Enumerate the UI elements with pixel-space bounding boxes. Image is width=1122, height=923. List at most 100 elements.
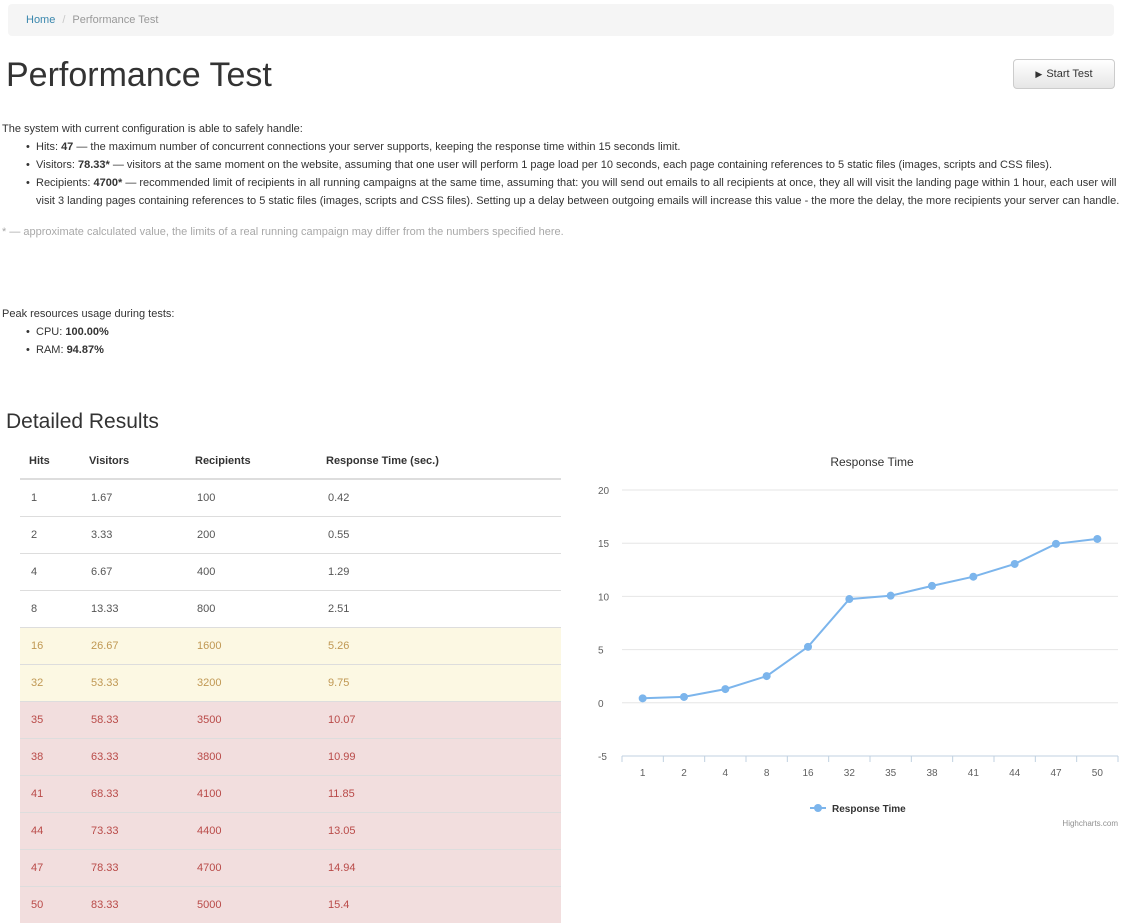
table-row: 41 68.33 4100 11.85 [20,774,561,812]
cell-recipients: 200 [186,515,317,553]
capacity-hits: Hits: 47 — the maximum number of concurr… [2,138,1120,156]
cell-response-time: 5.26 [317,626,561,664]
legend-label: Response Time [832,804,906,815]
data-point [680,692,688,701]
recipients-text: — recommended limit of recipients in all… [36,177,1120,207]
cell-recipients: 800 [186,589,317,627]
x-tick-label: 8 [764,768,770,779]
page-title: Performance Test [6,56,272,94]
x-tick-label: 32 [844,768,856,779]
header-response-time: Response Time (sec.) [317,444,561,480]
table-row: 2 3.33 200 0.55 [20,515,561,553]
cell-hits: 2 [20,515,80,553]
peak-list: CPU: 100.00% RAM: 94.87% [2,323,174,359]
cell-hits: 1 [20,478,80,516]
cell-response-time: 10.07 [317,700,561,738]
y-tick-label: 20 [598,486,610,497]
breadcrumb-home-link[interactable]: Home [26,14,55,26]
cell-visitors: 3.33 [80,515,186,553]
visitors-label: Visitors: [36,159,75,171]
cell-hits: 16 [20,626,80,664]
cell-response-time: 14.94 [317,848,561,886]
cell-hits: 44 [20,811,80,849]
cell-visitors: 78.33 [80,848,186,886]
recipients-value: 4700* [93,177,123,189]
results-header-row: Hits Visitors Recipients Response Time (… [20,444,561,480]
cell-recipients: 5000 [186,885,317,923]
data-point [969,572,978,581]
cell-response-time: 10.99 [317,737,561,775]
cpu-value: 100.00% [65,326,109,338]
breadcrumb-separator: / [62,14,66,26]
cell-visitors: 63.33 [80,737,186,775]
cell-recipients: 3800 [186,737,317,775]
table-row: 32 53.33 3200 9.75 [20,663,561,701]
cell-response-time: 13.05 [317,811,561,849]
cell-visitors: 26.67 [80,626,186,664]
cpu-label: CPU: [36,326,63,338]
x-tick-label: 41 [968,768,980,779]
x-tick-label: 50 [1092,768,1104,779]
cell-response-time: 15.4 [317,885,561,923]
cell-response-time: 0.55 [317,515,561,553]
chart-credits: Highcharts.com [1062,819,1118,828]
results-table: Hits Visitors Recipients Response Time (… [20,444,561,923]
cell-response-time: 2.51 [317,589,561,627]
data-point [886,591,895,600]
cell-recipients: 3200 [186,663,317,701]
legend-marker [814,804,822,812]
start-test-button[interactable]: ▶ Start Test [1013,59,1115,89]
play-icon: ▶ [1035,68,1043,79]
cell-response-time: 0.42 [317,478,561,516]
cell-response-time: 11.85 [317,774,561,812]
hits-text: — the maximum number of concurrent conne… [76,141,681,153]
series-line [642,537,1098,700]
peak-intro: Peak resources usage during tests: [2,308,175,320]
header-hits: Hits [20,444,80,480]
cell-visitors: 68.33 [80,774,186,812]
y-tick-label: -5 [598,752,607,763]
table-row: 47 78.33 4700 14.94 [20,848,561,886]
x-tick-label: 35 [885,768,897,779]
cell-visitors: 53.33 [80,663,186,701]
cell-visitors: 83.33 [80,885,186,923]
capacity-summary: The system with current configuration is… [2,120,1120,241]
cell-recipients: 4700 [186,848,317,886]
data-point [845,595,854,604]
table-row: 16 26.67 1600 5.26 [20,626,561,664]
cell-hits: 35 [20,700,80,738]
x-tick-label: 16 [802,768,814,779]
y-tick-label: 10 [598,592,610,603]
x-tick-label: 2 [681,768,687,779]
data-point [721,685,730,694]
data-point [1010,559,1019,568]
cell-recipients: 4400 [186,811,317,849]
detailed-results-title: Detailed Results [6,410,159,433]
chart-svg: Response Time-5051015201 2 4 8 16 32 35 38 41 44 4… [598,455,1119,828]
data-point [762,672,771,681]
start-test-label: Start Test [1046,68,1093,80]
ram-value: 94.87% [66,344,104,356]
cell-response-time: 9.75 [317,663,561,701]
recipients-label: Recipients: [36,177,91,189]
table-row: 8 13.33 800 2.51 [20,589,561,627]
data-point [804,642,812,651]
cell-hits: 38 [20,737,80,775]
cell-response-time: 1.29 [317,552,561,590]
data-point [1052,539,1060,548]
table-row: 1 1.67 100 0.42 [20,478,561,516]
table-row: 4 6.67 400 1.29 [20,552,561,590]
cell-hits: 8 [20,589,80,627]
x-tick-label: 38 [926,768,938,779]
capacity-visitors: Visitors: 78.33* — visitors at the same … [2,156,1120,174]
visitors-text: — visitors at the same moment on the web… [112,159,1052,171]
data-point [1093,534,1102,543]
cell-hits: 4 [20,552,80,590]
x-tick-label: 47 [1050,768,1062,779]
y-tick-label: 15 [598,539,610,550]
hits-value: 47 [61,141,74,153]
cell-visitors: 6.67 [80,552,186,590]
cell-recipients: 400 [186,552,317,590]
table-row: 50 83.33 5000 15.4 [20,885,561,923]
breadcrumb: Home / Performance Test [8,4,1114,36]
